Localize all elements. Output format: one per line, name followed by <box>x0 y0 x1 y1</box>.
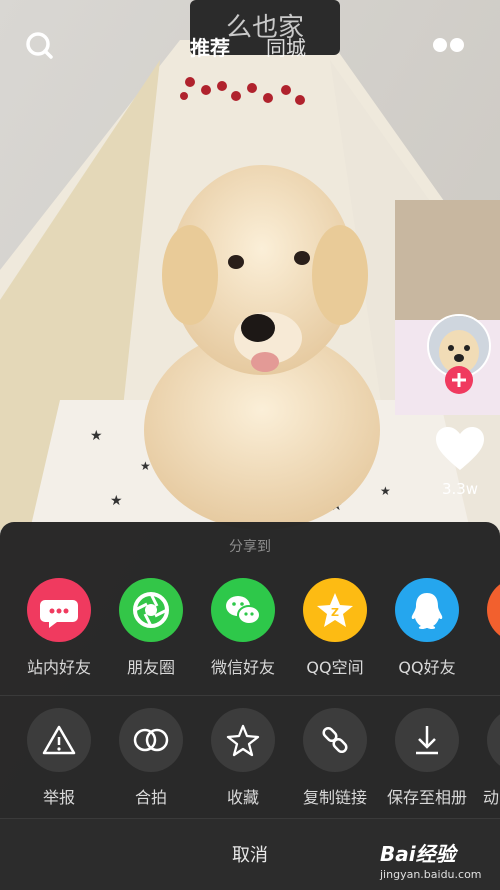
action-label: 收藏 <box>226 788 259 807</box>
tab-recommend[interactable]: 推荐 <box>190 32 230 61</box>
action-duet[interactable]: 合拍 <box>105 708 197 818</box>
svg-text:★: ★ <box>110 493 123 509</box>
share-target-site-friends[interactable]: 站内好友 <box>13 578 105 688</box>
top-bar: 推荐 同城 <box>0 24 500 68</box>
action-save-album[interactable]: 保存至相册 <box>381 708 473 818</box>
svg-text:★: ★ <box>140 459 151 473</box>
share-target-qq[interactable]: QQ好友 <box>381 578 473 688</box>
download-icon <box>395 708 459 772</box>
qzone-star-icon: Z <box>303 578 367 642</box>
share-target-moments[interactable]: 朋友圈 <box>105 578 197 688</box>
share-target-label: QQ好友 <box>398 658 456 677</box>
share-target-label: 朋友圈 <box>126 658 175 677</box>
share-target-label: QQ空间 <box>306 658 364 677</box>
duet-circles-icon <box>119 708 183 772</box>
action-label: 保存至相册 <box>386 788 467 807</box>
like-count: 3.3w <box>441 480 479 498</box>
warning-triangle-icon <box>27 708 91 772</box>
action-partial[interactable]: 动 <box>473 708 500 818</box>
partial-share-icon <box>487 578 500 642</box>
link-icon <box>303 708 367 772</box>
svg-text:★: ★ <box>90 428 103 444</box>
star-icon <box>211 708 275 772</box>
action-label: 动 <box>483 788 500 807</box>
svg-text:★: ★ <box>380 484 391 498</box>
action-label: 合拍 <box>134 788 167 807</box>
follow-plus-icon[interactable] <box>445 366 473 394</box>
share-sheet-title: 分享到 <box>229 539 271 555</box>
wechat-icon <box>211 578 275 642</box>
watermark-url: jingyan.baidu.com <box>380 868 482 881</box>
more-dots-icon[interactable] <box>432 36 466 54</box>
chat-bubble-icon <box>27 578 91 642</box>
tab-nearby[interactable]: 同城 <box>266 32 306 61</box>
heart-icon[interactable] <box>435 426 485 472</box>
action-label: 复制链接 <box>302 788 367 807</box>
share-target-qzone[interactable]: Z QQ空间 <box>289 578 381 688</box>
share-target-wechat[interactable]: 微信好友 <box>197 578 289 688</box>
share-target-label: 微信好友 <box>210 658 275 677</box>
action-label: 举报 <box>42 788 75 807</box>
search-icon[interactable] <box>24 30 54 60</box>
moments-shutter-icon <box>119 578 183 642</box>
svg-text:Z: Z <box>331 606 339 619</box>
baidu-watermark: Bai经验 jingyan.baidu.com <box>380 832 498 888</box>
watermark-brand: Bai经验 <box>380 842 456 866</box>
qq-penguin-icon <box>395 578 459 642</box>
share-target-partial[interactable] <box>473 578 500 688</box>
share-target-label: 站内好友 <box>26 658 91 677</box>
action-copy-link[interactable]: 复制链接 <box>289 708 381 818</box>
more-action-icon <box>487 708 500 772</box>
sheet-divider <box>0 695 500 696</box>
action-report[interactable]: 举报 <box>13 708 105 818</box>
action-favorite[interactable]: 收藏 <box>197 708 289 818</box>
